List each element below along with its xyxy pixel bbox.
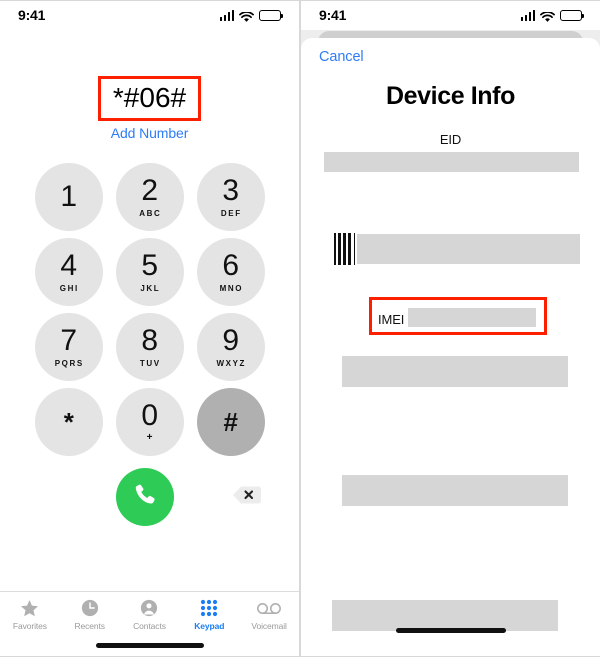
backspace-icon [231, 484, 261, 511]
dialer-action-row [35, 468, 265, 527]
status-bar-left: 9:41 [0, 0, 299, 30]
tab-favorites[interactable]: Favorites [0, 598, 60, 631]
key-letters: PQRS [54, 359, 84, 369]
eid-value-redacted [324, 152, 579, 172]
cellular-signal-icon [520, 9, 535, 21]
key-digit: # [223, 407, 238, 438]
cellular-signal-icon [219, 9, 234, 21]
key-digit: 1 [60, 180, 77, 214]
add-number-link[interactable]: Add Number [111, 125, 189, 141]
dialed-number-text: *#06# [112, 82, 187, 113]
left-phone-screen: 9:41 *#06# Add Number 1 2 ABC 3 DEF 4 GH… [0, 0, 300, 657]
dial-keypad: 1 2 ABC 3 DEF 4 GHI 5 JKL 6 MNO 7 PQRS 8… [34, 163, 265, 457]
call-icon [132, 482, 158, 513]
tab-label: Contacts [133, 621, 166, 631]
barcode-icon [334, 233, 356, 265]
wifi-icon [540, 10, 555, 22]
key-0[interactable]: 0 + [115, 388, 184, 457]
key-digit: 3 [222, 174, 239, 208]
key-6[interactable]: 6 MNO [196, 238, 265, 307]
status-time: 9:41 [319, 7, 347, 23]
key-2[interactable]: 2 ABC [115, 163, 184, 232]
tab-recents[interactable]: Recents [60, 598, 120, 631]
dialed-number-highlight-box: *#06# [97, 76, 202, 122]
key-letters: JKL [140, 284, 161, 294]
key-letters: WXYZ [216, 359, 247, 369]
status-icons-group [520, 9, 584, 22]
keypad-grid-icon [200, 598, 218, 618]
key-digit: 5 [141, 249, 158, 283]
key-digit: 6 [222, 249, 239, 283]
star-icon [20, 598, 39, 618]
field-row-8-redacted [332, 600, 558, 631]
person-icon [140, 598, 158, 618]
device-info-sheet: Cancel Device Info EID IMEI IMEI2 MEID [301, 38, 600, 657]
key-7[interactable]: 7 PQRS [34, 313, 103, 382]
key-digit: 8 [141, 324, 158, 358]
call-button[interactable] [115, 468, 174, 527]
dual-screenshot-container: 9:41 *#06# Add Number 1 2 ABC 3 DEF 4 GH… [0, 0, 600, 657]
right-phone-screen: 9:41 Cancel Device Info EID IMEI [300, 0, 600, 657]
home-indicator-right[interactable] [395, 628, 506, 633]
barcode-value-redacted [357, 234, 580, 264]
home-indicator-left[interactable] [95, 643, 204, 648]
battery-icon [560, 9, 584, 21]
tab-label: Keypad [194, 621, 225, 631]
tab-label: Voicemail [251, 621, 287, 631]
key-digit: * [63, 407, 74, 438]
field-row-6-redacted [342, 475, 568, 506]
cancel-button[interactable]: Cancel [319, 49, 364, 65]
delete-button[interactable] [231, 486, 261, 508]
key-digit: 2 [141, 174, 158, 208]
page-title: Device Info [386, 82, 515, 110]
voicemail-icon [257, 598, 282, 618]
key-5[interactable]: 5 JKL [115, 238, 184, 307]
key-8[interactable]: 8 TUV [115, 313, 184, 382]
key-9[interactable]: 9 WXYZ [196, 313, 265, 382]
battery-icon [259, 9, 283, 21]
tab-voicemail[interactable]: Voicemail [239, 598, 299, 631]
key-1[interactable]: 1 [34, 163, 103, 232]
field-row-4-redacted [342, 356, 568, 387]
key-letters: TUV [139, 359, 161, 369]
key-letters: GHI [59, 284, 79, 294]
key-asterisk[interactable]: * [34, 388, 103, 457]
key-digit: 9 [222, 324, 239, 358]
status-bar-right: 9:41 [301, 0, 600, 30]
imei-label: IMEI [378, 312, 405, 327]
tab-contacts[interactable]: Contacts [120, 598, 180, 631]
tab-label: Recents [74, 621, 105, 631]
tab-keypad[interactable]: Keypad [179, 598, 239, 631]
dial-display-area: *#06# Add Number [0, 76, 299, 141]
key-digit: 0 [141, 399, 158, 433]
status-icons-group [219, 9, 283, 22]
key-letters: ABC [139, 209, 162, 219]
eid-label: EID [439, 132, 462, 147]
key-digit: 4 [60, 249, 77, 283]
key-digit: 7 [60, 324, 77, 358]
status-time: 9:41 [18, 7, 46, 23]
key-plus-label: + [146, 432, 153, 444]
key-4[interactable]: 4 GHI [34, 238, 103, 307]
key-letters: MNO [219, 284, 244, 294]
key-hash[interactable]: # [196, 388, 265, 457]
key-3[interactable]: 3 DEF [196, 163, 265, 232]
wifi-icon [239, 10, 254, 22]
tab-label: Favorites [12, 621, 47, 631]
clock-icon [81, 598, 99, 618]
key-letters: DEF [220, 209, 242, 219]
imei-value-redacted [408, 308, 536, 327]
